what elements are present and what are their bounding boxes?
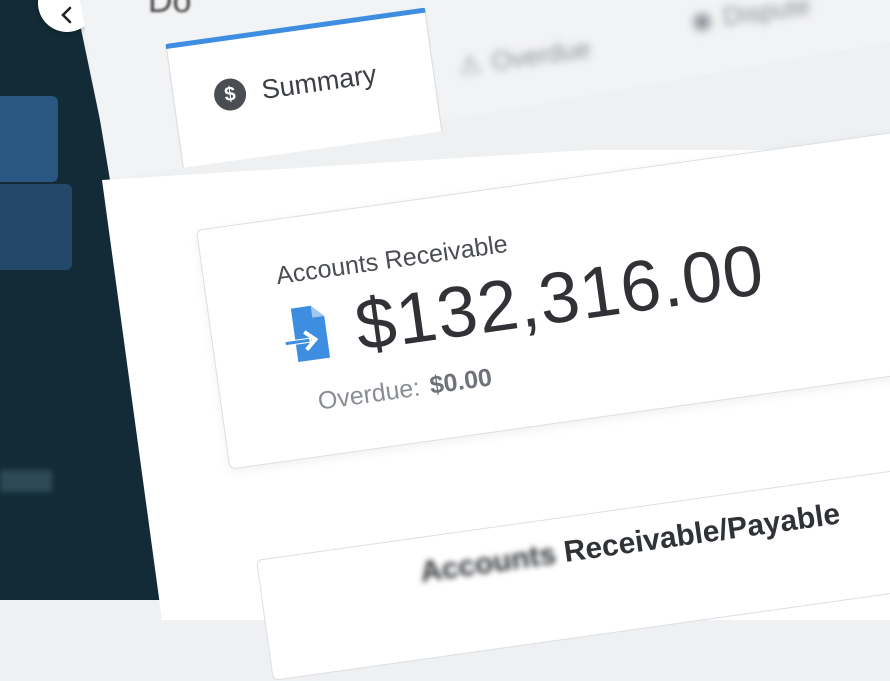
dollar-circle-icon: $ — [212, 76, 249, 113]
card-title-prefix: Accounts — [418, 537, 559, 590]
dispute-icon: ◉ — [688, 3, 716, 37]
sidebar-item-active[interactable] — [0, 96, 58, 182]
warning-icon: ⚠ — [456, 48, 484, 82]
sidebar-item[interactable] — [0, 184, 72, 270]
overdue-row: Overdue: $0.00 — [316, 363, 494, 416]
tab-label: Summary — [259, 58, 379, 105]
overdue-label: Overdue: — [316, 373, 422, 416]
page-title: Do — [148, 0, 192, 20]
overdue-value: $0.00 — [427, 363, 494, 400]
sidebar-item-blurred[interactable] — [0, 470, 52, 492]
chevron-left-icon — [61, 6, 72, 24]
document-import-icon[interactable] — [281, 301, 337, 365]
